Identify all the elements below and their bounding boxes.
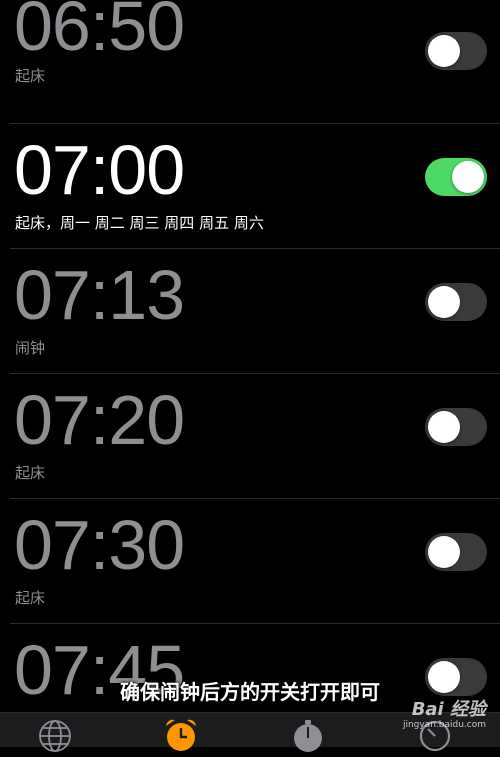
alarm-label: 起床，周一 周二 周三 周四 周五 周六 [15,214,264,232]
alarm-row-0730[interactable]: 07:30 起床 [10,499,500,624]
alarm-label: 起床 [15,67,46,85]
alarm-label: 起床 [15,464,46,482]
alarm-row-0700[interactable]: 07:00 起床，周一 周二 周三 周四 周五 周六 [10,124,500,249]
toggle-knob [428,286,460,318]
alarm-row-0713[interactable]: 07:13 闹钟 [10,249,500,374]
alarm-time: 07:20 [14,381,185,459]
alarm-toggle[interactable] [425,32,487,70]
alarm-toggle[interactable] [425,158,487,196]
alarm-time: 07:00 [14,131,185,209]
alarm-time: 07:30 [14,506,185,584]
alarm-list: 06:50 起床 07:00 起床，周一 周二 周三 周四 周五 周六 07:1… [0,0,500,749]
alarm-row-0720[interactable]: 07:20 起床 [10,374,500,499]
alarm-label: 起床 [15,589,46,607]
alarm-toggle[interactable] [425,283,487,321]
alarm-time: 06:50 [14,0,185,65]
alarm-clock-icon[interactable] [163,717,199,757]
watermark-url: jingyan.baidu.com [402,720,486,730]
toggle-knob [452,161,484,193]
toggle-knob [428,411,460,443]
toggle-knob [428,536,460,568]
watermark-brand: Bai 经验 [411,699,486,720]
alarm-toggle[interactable] [425,533,487,571]
stopwatch-icon[interactable] [291,719,325,757]
toggle-knob [428,35,460,67]
globe-icon[interactable] [38,719,72,757]
alarm-toggle[interactable] [425,408,487,446]
alarm-label: 闹钟 [15,339,46,357]
baidu-jingyan-watermark: Bai 经验 jingyan.baidu.com [402,699,486,731]
alarm-row-0650[interactable]: 06:50 起床 [10,0,500,124]
alarm-time: 07:13 [14,256,185,334]
